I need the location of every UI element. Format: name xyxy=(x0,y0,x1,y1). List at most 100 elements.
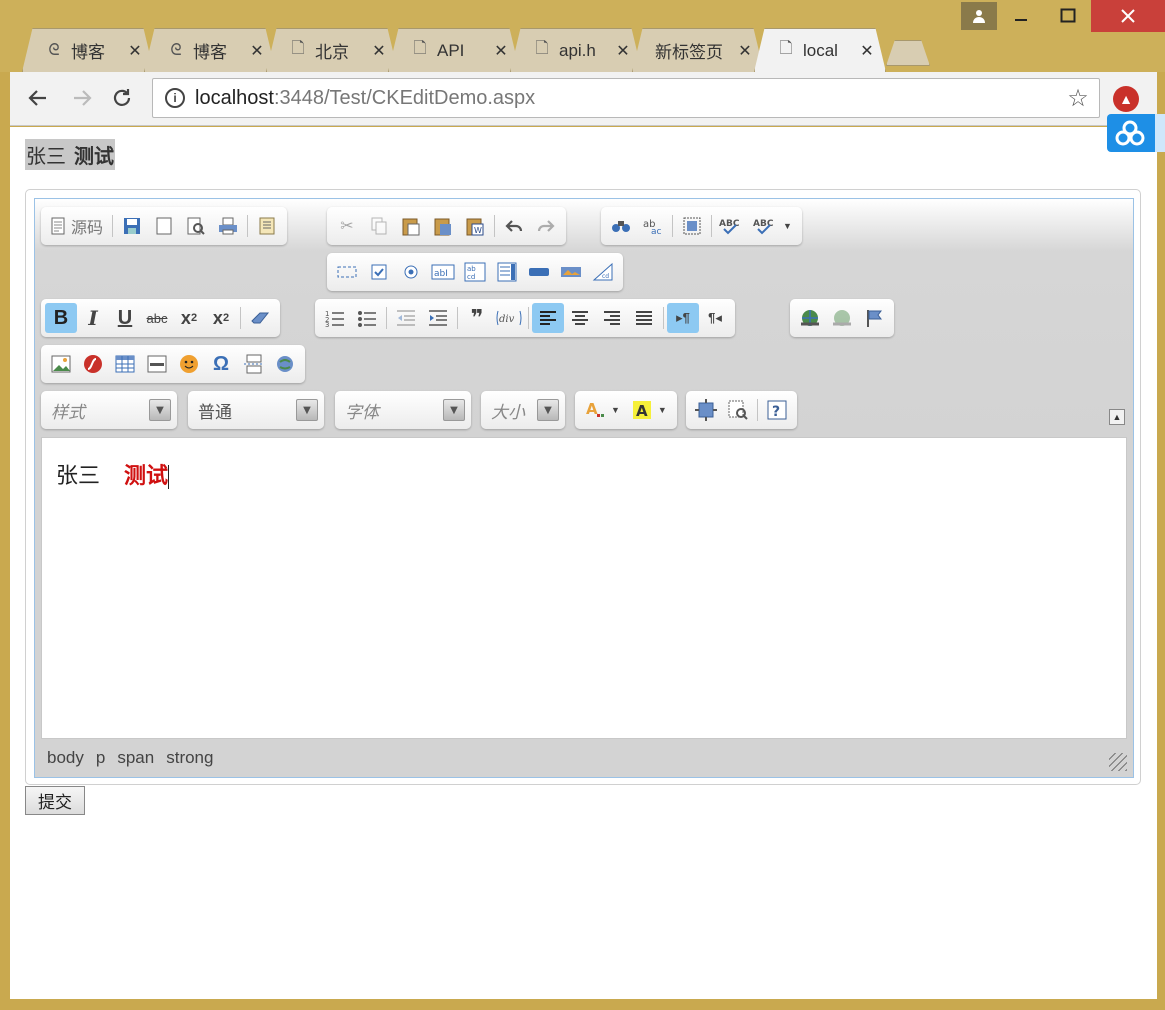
superscript-icon[interactable]: x2 xyxy=(205,303,237,333)
minimize-button[interactable] xyxy=(997,0,1044,32)
close-window-button[interactable] xyxy=(1091,0,1165,32)
button-icon[interactable] xyxy=(523,257,555,287)
paste-icon[interactable] xyxy=(395,211,427,241)
info-icon[interactable]: i xyxy=(165,88,185,108)
hidden-field-icon[interactable]: cd xyxy=(587,257,619,287)
undo-icon[interactable] xyxy=(498,211,530,241)
justify-icon[interactable] xyxy=(628,303,660,333)
source-button[interactable]: 源码 xyxy=(45,211,109,241)
size-combo[interactable]: 大小 ▼ xyxy=(481,391,565,429)
scayt-dropdown[interactable]: ABC ▼ xyxy=(747,211,798,241)
checkbox-icon[interactable] xyxy=(363,257,395,287)
templates-icon[interactable] xyxy=(251,211,283,241)
close-icon[interactable]: ✕ xyxy=(249,41,265,61)
close-icon[interactable]: ✕ xyxy=(127,41,143,61)
breadcrumb-p[interactable]: p xyxy=(96,748,105,768)
url-text[interactable]: localhost:3448/Test/CKEditDemo.aspx xyxy=(195,87,1063,110)
save-icon[interactable] xyxy=(116,211,148,241)
radio-icon[interactable] xyxy=(395,257,427,287)
collapse-toolbar-icon[interactable]: ▲ xyxy=(1109,409,1125,425)
numbered-list-icon[interactable]: 123 xyxy=(319,303,351,333)
format-combo[interactable]: 普通 ▼ xyxy=(188,391,324,429)
iframe-icon[interactable] xyxy=(269,349,301,379)
cut-icon[interactable]: ✂ xyxy=(331,211,363,241)
link-icon[interactable] xyxy=(794,303,826,333)
styles-combo[interactable]: 样式 ▼ xyxy=(41,391,177,429)
spellcheck-icon[interactable]: ABC xyxy=(715,211,747,241)
unlink-icon[interactable] xyxy=(826,303,858,333)
outdent-icon[interactable] xyxy=(390,303,422,333)
redo-icon[interactable] xyxy=(530,211,562,241)
strike-icon[interactable]: abc xyxy=(141,303,173,333)
close-icon[interactable]: ✕ xyxy=(493,41,509,61)
extension-icon[interactable]: ▲ xyxy=(1113,86,1139,112)
italic-icon[interactable]: I xyxy=(77,303,109,333)
tab-3[interactable]: 🗋 北京 ✕ xyxy=(266,28,398,72)
flash-icon[interactable] xyxy=(77,349,109,379)
textarea-icon[interactable]: ab cd xyxy=(459,257,491,287)
maximize-icon[interactable] xyxy=(690,395,722,425)
cloud-sync-icon[interactable] xyxy=(1107,114,1165,152)
horizontal-rule-icon[interactable] xyxy=(141,349,173,379)
close-icon[interactable]: ✕ xyxy=(371,41,387,61)
smiley-icon[interactable] xyxy=(173,349,205,379)
about-icon[interactable]: ? xyxy=(761,395,793,425)
breadcrumb-span[interactable]: span xyxy=(117,748,154,768)
new-page-icon[interactable] xyxy=(148,211,180,241)
anchor-icon[interactable] xyxy=(858,303,890,333)
find-icon[interactable] xyxy=(605,211,637,241)
tab-2[interactable]: ᘓ 博客 ✕ xyxy=(144,28,276,72)
form-icon[interactable] xyxy=(331,257,363,287)
font-combo[interactable]: 字体 ▼ xyxy=(335,391,471,429)
show-blocks-icon[interactable] xyxy=(722,395,754,425)
tab-7-active[interactable]: 🗋 local ✕ xyxy=(754,28,886,72)
preview-icon[interactable] xyxy=(180,211,212,241)
print-icon[interactable] xyxy=(212,211,244,241)
address-bar[interactable]: i localhost:3448/Test/CKEditDemo.aspx ☆ xyxy=(152,78,1100,118)
table-icon[interactable] xyxy=(109,349,141,379)
close-icon[interactable]: ✕ xyxy=(859,41,875,61)
select-all-icon[interactable] xyxy=(676,211,708,241)
breadcrumb-strong[interactable]: strong xyxy=(166,748,213,768)
image-icon[interactable] xyxy=(45,349,77,379)
tab-1[interactable]: ᘓ 博客 ✕ xyxy=(22,28,154,72)
create-div-icon[interactable]: div xyxy=(493,303,525,333)
tab-4[interactable]: 🗋 API ✕ xyxy=(388,28,520,72)
paste-text-icon[interactable] xyxy=(427,211,459,241)
forward-icon[interactable] xyxy=(68,84,96,112)
back-icon[interactable] xyxy=(24,84,52,112)
page-break-icon[interactable] xyxy=(237,349,269,379)
align-center-icon[interactable] xyxy=(564,303,596,333)
paste-word-icon[interactable]: W xyxy=(459,211,491,241)
textfield-icon[interactable]: abI xyxy=(427,257,459,287)
align-left-icon[interactable] xyxy=(532,303,564,333)
indent-icon[interactable] xyxy=(422,303,454,333)
underline-icon[interactable]: U xyxy=(109,303,141,333)
ltr-icon[interactable]: ▸¶ xyxy=(667,303,699,333)
image-button-icon[interactable] xyxy=(555,257,587,287)
rtl-icon[interactable]: ¶◂ xyxy=(699,303,731,333)
subscript-icon[interactable]: x2 xyxy=(173,303,205,333)
align-right-icon[interactable] xyxy=(596,303,628,333)
copy-icon[interactable] xyxy=(363,211,395,241)
maximize-button[interactable] xyxy=(1044,0,1091,32)
background-color-dropdown[interactable]: A ▼ xyxy=(626,395,673,425)
close-icon[interactable]: ✕ xyxy=(615,41,631,61)
breadcrumb-body[interactable]: body xyxy=(47,748,84,768)
profile-icon[interactable] xyxy=(961,2,997,30)
select-icon[interactable] xyxy=(491,257,523,287)
star-icon[interactable]: ☆ xyxy=(1063,84,1093,113)
new-tab-button[interactable] xyxy=(886,40,930,66)
special-char-icon[interactable]: Ω xyxy=(205,349,237,379)
bold-icon[interactable]: B xyxy=(45,303,77,333)
replace-icon[interactable]: ab ac xyxy=(637,211,669,241)
close-icon[interactable]: ✕ xyxy=(737,41,753,61)
text-color-dropdown[interactable]: A ▼ xyxy=(579,395,626,425)
editor-content[interactable]: 张三 测试 xyxy=(41,437,1127,739)
tab-6[interactable]: 新标签页 ✕ xyxy=(632,28,764,72)
blockquote-icon[interactable]: ❞ xyxy=(461,303,493,333)
reload-icon[interactable] xyxy=(108,84,136,112)
submit-button[interactable]: 提交 xyxy=(25,786,85,815)
bulleted-list-icon[interactable] xyxy=(351,303,383,333)
resize-handle-icon[interactable] xyxy=(1109,753,1127,771)
